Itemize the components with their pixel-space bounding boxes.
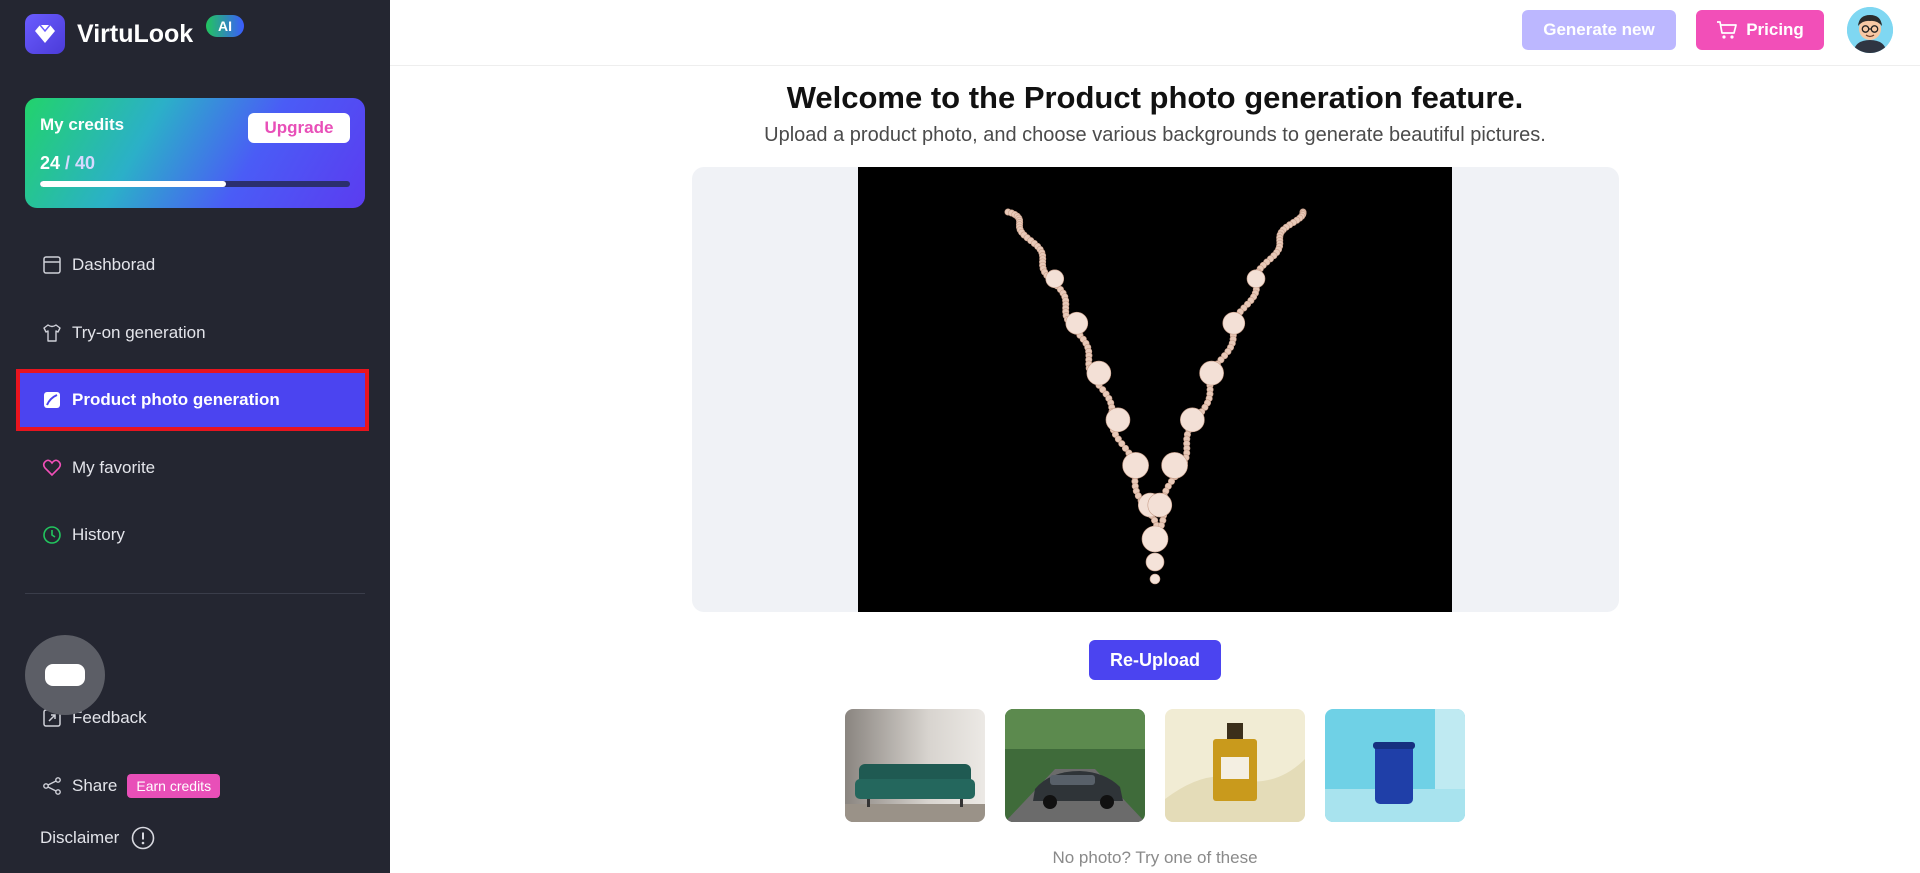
generate-new-button[interactable]: Generate new	[1522, 10, 1676, 50]
credits-used: 24	[40, 153, 61, 173]
sidebar-item-label: Feedback	[72, 708, 147, 727]
sample-photo-perfume[interactable]	[1165, 709, 1305, 822]
pricing-label: Pricing	[1746, 20, 1804, 39]
uploaded-product-photo	[858, 167, 1452, 612]
necklace-image	[858, 167, 1452, 612]
re-upload-button[interactable]: Re-Upload	[1089, 640, 1221, 680]
sidebar-item-label: Product photo generation	[72, 390, 280, 409]
credits-total: 40	[75, 153, 96, 173]
sidebar-item-label: Share	[72, 776, 118, 795]
sample-photos	[845, 709, 1465, 822]
sidebar-divider	[25, 593, 365, 594]
cart-icon	[1717, 21, 1738, 39]
brand[interactable]: VirtuLook AI	[25, 14, 244, 54]
disclaimer-link[interactable]: Disclaimer	[40, 826, 155, 850]
sidebar-item-label: My favorite	[72, 458, 156, 477]
heart-icon	[42, 459, 62, 477]
sidebar-item-try-on[interactable]: Try-on generation	[20, 306, 365, 360]
tshirt-icon	[43, 324, 61, 342]
ai-badge: AI	[206, 15, 244, 37]
cup-image	[1325, 709, 1465, 822]
brand-name: VirtuLook	[77, 19, 194, 48]
page-subtitle: Upload a product photo, and choose vario…	[764, 124, 1546, 146]
avatar-icon	[1847, 7, 1893, 53]
credits-title: My credits	[40, 115, 125, 134]
sofa-image	[845, 709, 985, 822]
share-icon	[43, 777, 61, 795]
earn-credits-badge[interactable]: Earn credits	[127, 774, 221, 798]
top-header	[390, 0, 1920, 66]
credits-card: My credits Upgrade 24 / 40	[25, 98, 365, 208]
sidebar-item-favorite[interactable]: My favorite	[20, 441, 365, 495]
chat-support-button[interactable]	[25, 635, 105, 715]
chat-icon	[45, 664, 85, 686]
logo-icon	[25, 14, 65, 54]
info-icon	[132, 826, 155, 850]
sidebar-item-label: Try-on generation	[72, 323, 206, 342]
pricing-button[interactable]: Pricing	[1696, 10, 1824, 50]
dashboard-icon	[43, 256, 61, 274]
sample-hint: No photo? Try one of these	[1052, 848, 1258, 867]
user-avatar[interactable]	[1847, 7, 1893, 53]
credits-progress-bar	[40, 181, 350, 187]
sample-photo-car[interactable]	[1005, 709, 1145, 822]
perfume-image	[1165, 709, 1305, 822]
sidebar: VirtuLook AI My credits Upgrade 24 / 40 …	[0, 0, 390, 873]
sidebar-item-label: History	[72, 525, 125, 544]
credits-separator: /	[60, 153, 76, 173]
car-image	[1005, 709, 1145, 822]
credits-count: 24 / 40	[40, 153, 95, 174]
sidebar-item-dashboard[interactable]: Dashborad	[20, 238, 365, 292]
sample-photo-sofa[interactable]	[845, 709, 985, 822]
product-photo-icon	[44, 392, 60, 408]
upgrade-button[interactable]: Upgrade	[248, 113, 350, 143]
sidebar-item-history[interactable]: History	[20, 508, 365, 562]
history-icon	[43, 526, 61, 544]
sample-photo-cup[interactable]	[1325, 709, 1465, 822]
page-title: Welcome to the Product photo generation …	[786, 80, 1524, 115]
disclaimer-label: Disclaimer	[40, 828, 120, 847]
sidebar-item-share[interactable]: Share Earn credits	[20, 759, 365, 813]
sidebar-item-label: Dashborad	[72, 255, 156, 274]
sidebar-item-product-photo[interactable]: Product photo generation	[16, 369, 369, 431]
credits-progress-fill	[40, 181, 226, 187]
